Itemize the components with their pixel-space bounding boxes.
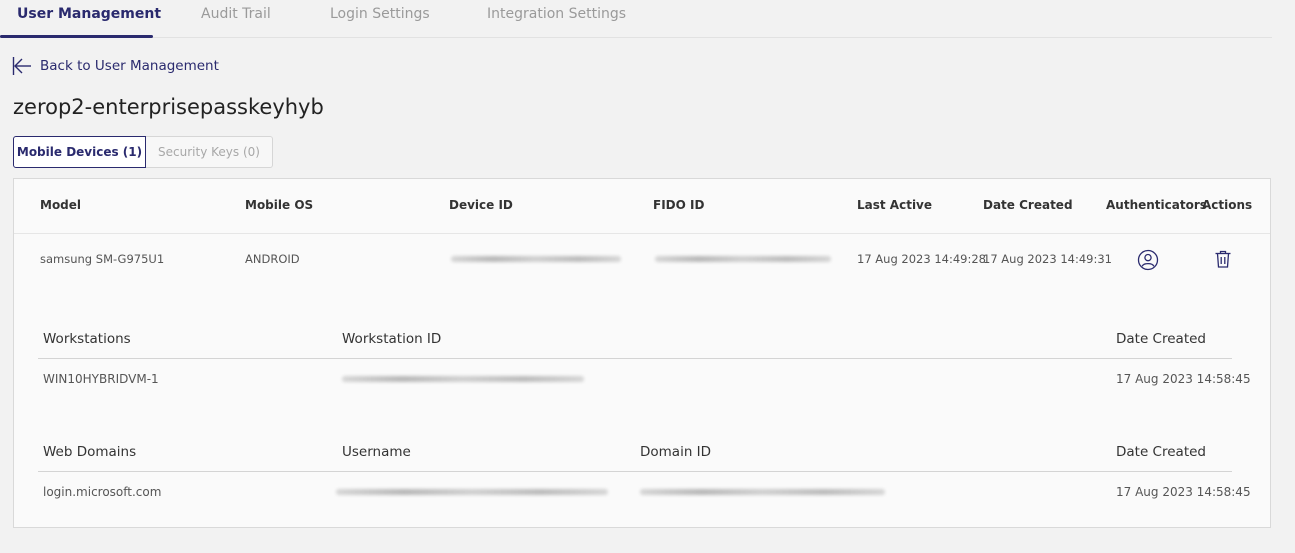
tab-integration-settings[interactable]: Integration Settings <box>487 6 626 22</box>
device-mobile-os: ANDROID <box>245 252 300 266</box>
col-header-actions: Actions <box>1202 198 1253 212</box>
tab-user-management[interactable]: User Management <box>17 6 161 22</box>
back-link-label[interactable]: Back to User Management <box>40 58 219 74</box>
page-title: zerop2-enterprisepasskeyhyb <box>13 95 324 119</box>
web-domain-date-header: Date Created <box>1116 444 1206 460</box>
username-redacted <box>336 489 608 495</box>
arrow-left-icon <box>12 57 31 75</box>
device-last-active: 17 Aug 2023 14:49:28 <box>857 252 986 266</box>
web-domain-name: login.microsoft.com <box>43 485 162 499</box>
devices-table-header: Model Mobile OS Device ID FIDO ID Last A… <box>14 179 1270 234</box>
trash-icon[interactable] <box>1213 249 1233 269</box>
web-domain-date: 17 Aug 2023 14:58:45 <box>1116 485 1251 499</box>
workstation-date-header: Date Created <box>1116 331 1206 347</box>
active-tab-indicator <box>0 35 153 38</box>
col-header-device-id: Device ID <box>449 198 513 212</box>
tab-security-keys[interactable]: Security Keys (0) <box>146 136 273 168</box>
workstation-id-header: Workstation ID <box>342 331 442 347</box>
web-domains-divider <box>38 471 1232 472</box>
col-header-authenticators: Authenticators <box>1106 198 1207 212</box>
top-tab-bar: User Management Audit Trail Login Settin… <box>0 0 1272 38</box>
tab-login-settings[interactable]: Login Settings <box>330 6 430 22</box>
user-circle-icon[interactable] <box>1137 249 1159 271</box>
domain-id-header: Domain ID <box>640 444 712 460</box>
devices-panel: Model Mobile OS Device ID FIDO ID Last A… <box>13 178 1271 528</box>
workstation-date: 17 Aug 2023 14:58:45 <box>1116 372 1251 386</box>
tab-mobile-devices[interactable]: Mobile Devices (1) <box>13 136 146 168</box>
col-header-date-created: Date Created <box>983 198 1073 212</box>
workstations-divider <box>38 358 1232 359</box>
domain-id-redacted <box>640 489 885 495</box>
col-header-model: Model <box>40 198 82 212</box>
col-header-last-active: Last Active <box>857 198 933 212</box>
username-header: Username <box>342 444 411 460</box>
workstations-header: Workstations <box>43 331 131 347</box>
workstation-id-redacted <box>342 376 584 382</box>
tab-audit-trail[interactable]: Audit Trail <box>201 6 271 22</box>
device-id-redacted <box>451 256 621 262</box>
device-model: samsung SM-G975U1 <box>40 252 165 266</box>
back-to-user-management-link[interactable]: Back to User Management <box>12 55 219 77</box>
fido-id-redacted <box>655 256 831 262</box>
col-header-fido-id: FIDO ID <box>653 198 705 212</box>
workstation-name: WIN10HYBRIDVM-1 <box>43 372 159 386</box>
col-header-mobile-os: Mobile OS <box>245 198 314 212</box>
web-domains-header: Web Domains <box>43 444 137 460</box>
device-date-created: 17 Aug 2023 14:49:31 <box>983 252 1112 266</box>
